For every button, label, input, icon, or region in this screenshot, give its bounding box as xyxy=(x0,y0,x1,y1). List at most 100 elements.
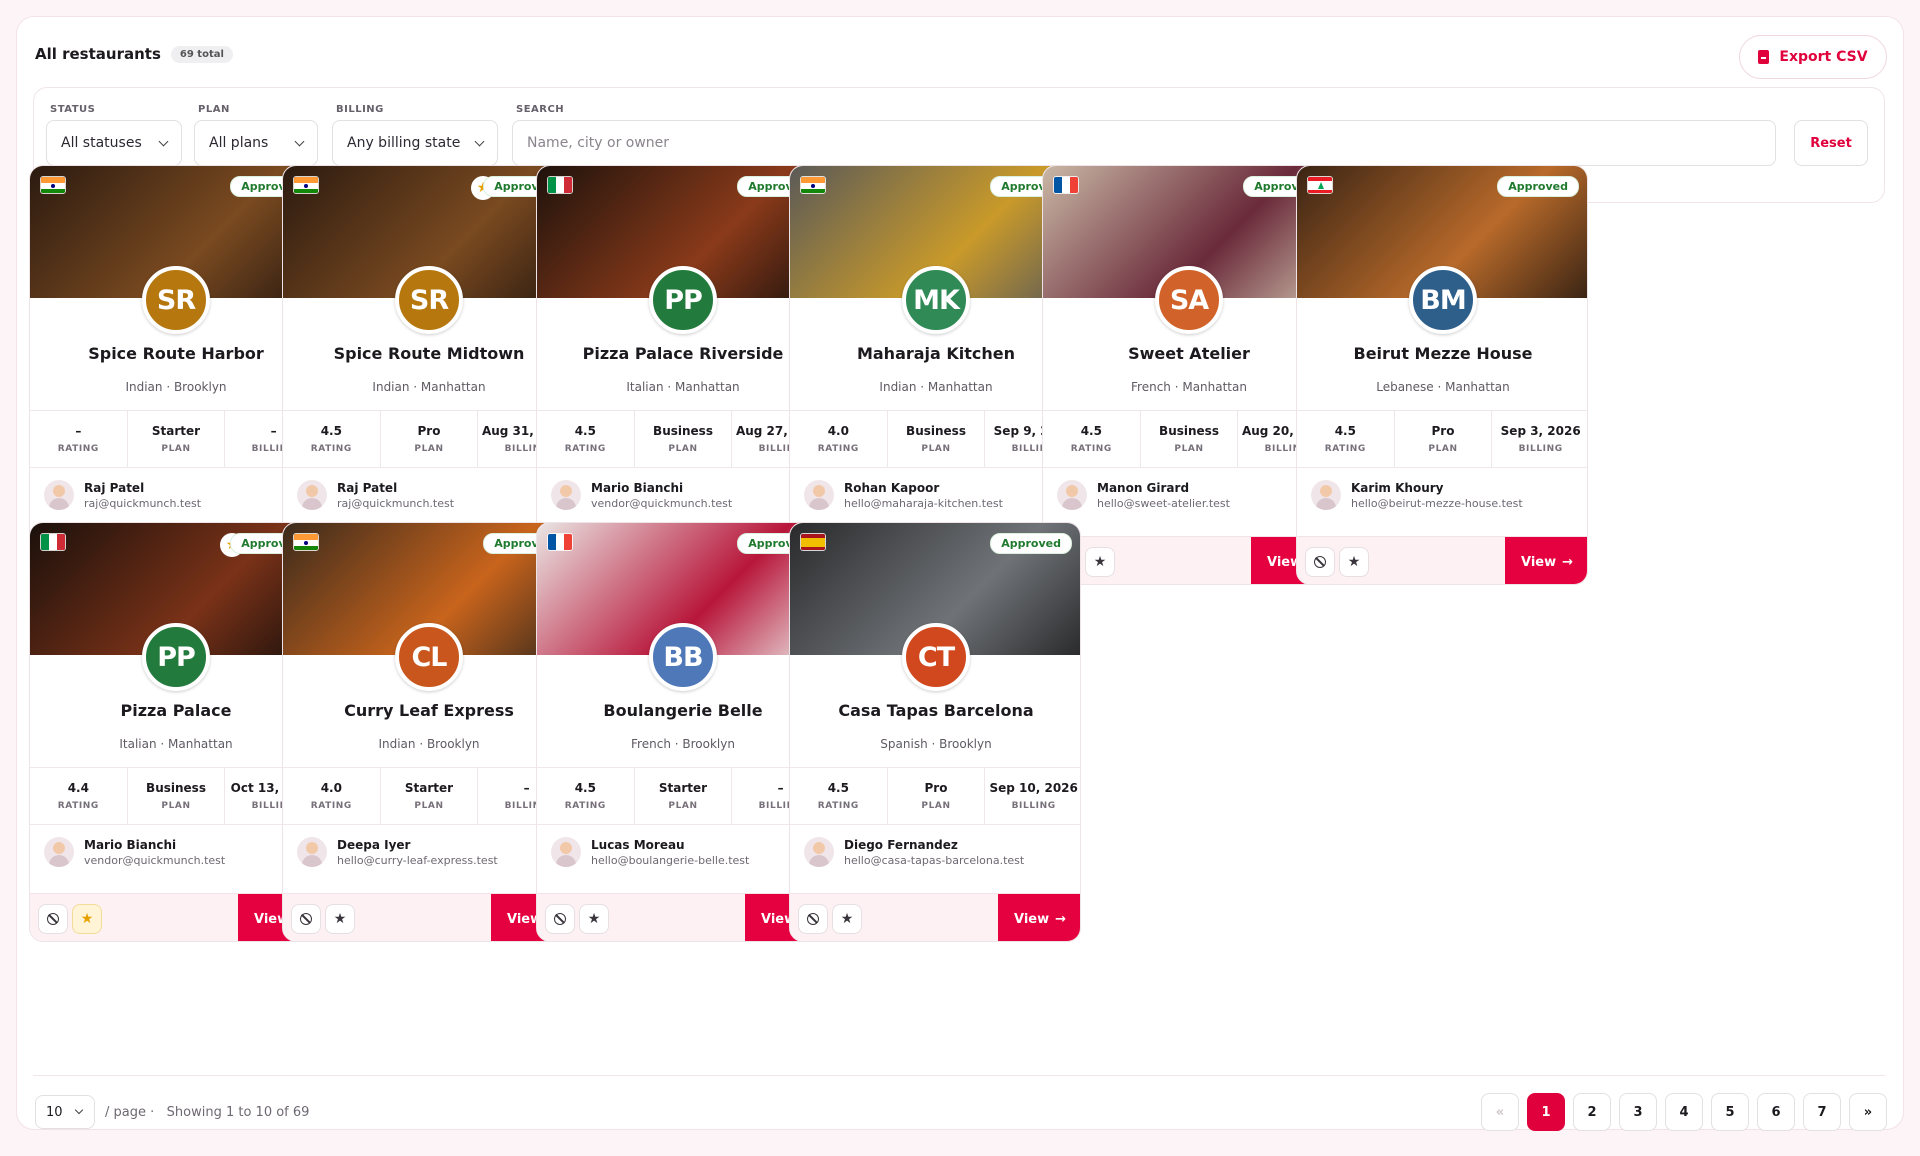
restaurant-card: Approved SA Sweet Atelier French · Manhatta… xyxy=(1042,165,1334,585)
page-button[interactable]: 7 xyxy=(1803,1093,1841,1131)
restaurant-name[interactable]: Beirut Mezze House xyxy=(1297,344,1587,363)
ban-icon xyxy=(554,913,566,925)
page-title: All restaurants xyxy=(35,45,161,63)
owner-name: Rohan Kapoor xyxy=(844,480,940,495)
restaurant-name[interactable]: Spice Route Harbor xyxy=(30,344,320,363)
star-icon: ★ xyxy=(1093,554,1107,570)
rating-stat: 4.5 RATING xyxy=(1043,411,1141,467)
page-button[interactable]: 6 xyxy=(1757,1093,1795,1131)
restaurant-avatar: SR xyxy=(142,266,210,334)
owner-name: Raj Patel xyxy=(84,480,145,495)
plan-label: PLAN xyxy=(161,444,191,454)
search-filter-group: SEARCH xyxy=(516,104,564,115)
export-csv-label: Export CSV xyxy=(1779,49,1868,65)
showing-text: Showing 1 to 10 of 69 xyxy=(166,1105,310,1120)
restaurant-name[interactable]: Pizza Palace xyxy=(30,701,320,720)
restaurant-name[interactable]: Sweet Atelier xyxy=(1043,344,1333,363)
country-flag-icon xyxy=(800,533,826,551)
ban-icon xyxy=(807,913,819,925)
owner-email: hello@maharaja-kitchen.test xyxy=(844,496,1003,510)
page-button[interactable]: 4 xyxy=(1665,1093,1703,1131)
owner-info: Mario Bianchi vendor@quickmunch.test xyxy=(44,837,225,867)
restaurant-name[interactable]: Spice Route Midtown xyxy=(283,344,573,363)
reset-button[interactable]: Reset xyxy=(1794,120,1868,166)
rating-stat: 4.5 RATING xyxy=(790,768,888,824)
feature-button[interactable]: ★ xyxy=(832,904,862,934)
plan-value: Starter xyxy=(151,424,201,438)
restaurant-name[interactable]: Casa Tapas Barcelona xyxy=(790,701,1080,720)
cuisine-city: Indian · Manhattan xyxy=(879,380,993,394)
plan-value: Business xyxy=(146,781,206,795)
page-button[interactable]: 1 xyxy=(1527,1093,1565,1131)
ban-icon xyxy=(47,913,59,925)
plan-stat: Starter PLAN xyxy=(381,768,479,824)
restaurant-card: Approved CL Curry Leaf Express Indian · Bro… xyxy=(282,522,574,942)
feature-button[interactable]: ★ xyxy=(579,904,609,934)
restaurant-name[interactable]: Maharaja Kitchen xyxy=(790,344,1080,363)
billing-select[interactable]: Any billing state xyxy=(332,120,498,166)
plan-value: Business xyxy=(906,424,966,438)
suspend-button[interactable] xyxy=(1305,547,1335,577)
restaurant-card: Approved CT Casa Tapas Barcelona Spanish · … xyxy=(789,522,1081,942)
plan-select[interactable]: All plans xyxy=(194,120,318,166)
billing-stat: Sep 10, 2026 BILLING xyxy=(985,768,1080,824)
chevron-down-icon xyxy=(158,136,169,146)
rating-label: RATING xyxy=(310,801,352,811)
rating-value: 4.5 xyxy=(320,424,342,438)
stats-row: 4.5 RATING Pro PLAN Aug 31, 2026 BILLING xyxy=(283,410,573,468)
owner-email: hello@curry-leaf-express.test xyxy=(337,853,498,867)
rating-label: RATING xyxy=(57,444,99,454)
stats-row: 4.5 RATING Pro PLAN Sep 3, 2026 BILLING xyxy=(1297,410,1587,468)
feature-button[interactable]: ★ xyxy=(325,904,355,934)
next-page-button[interactable]: » xyxy=(1849,1093,1887,1131)
owner-email: hello@boulangerie-belle.test xyxy=(591,853,750,867)
owner-info: Lucas Moreau hello@boulangerie-belle.test xyxy=(551,837,749,867)
owner-avatar xyxy=(551,480,581,510)
suspend-button[interactable] xyxy=(798,904,828,934)
feature-button[interactable]: ★ xyxy=(72,904,102,934)
country-flag-icon xyxy=(1307,176,1333,194)
owner-name: Manon Girard xyxy=(1097,480,1190,495)
plan-value: Pro xyxy=(417,424,441,438)
restaurant-name[interactable]: Pizza Palace Riverside xyxy=(537,344,827,363)
export-csv-button[interactable]: Export CSV xyxy=(1739,35,1887,79)
owner-avatar xyxy=(297,837,327,867)
file-icon xyxy=(1758,50,1770,64)
rating-value: 4.5 xyxy=(827,781,849,795)
plan-value: Starter xyxy=(404,781,454,795)
search-input[interactable]: Name, city or owner xyxy=(512,120,1776,166)
suspend-button[interactable] xyxy=(545,904,575,934)
country-flag-icon xyxy=(40,176,66,194)
billing-value: – xyxy=(777,781,784,795)
page-button[interactable]: 5 xyxy=(1711,1093,1749,1131)
cuisine-city: Indian · Brooklyn xyxy=(378,737,480,751)
owner-info: Deepa Iyer hello@curry-leaf-express.test xyxy=(297,837,498,867)
per-page-select[interactable]: 10 xyxy=(35,1095,95,1129)
billing-select-value: Any billing state xyxy=(347,135,461,151)
pagination-info: / page · Showing 1 to 10 of 69 xyxy=(105,1105,309,1120)
total-count-badge: 69 total xyxy=(170,45,233,63)
card-actions: ★ View → xyxy=(790,893,1080,941)
rating-value: 4.0 xyxy=(827,424,849,438)
page-button[interactable]: 3 xyxy=(1619,1093,1657,1131)
view-button[interactable]: View → xyxy=(998,894,1080,941)
suspend-button[interactable] xyxy=(38,904,68,934)
feature-button[interactable]: ★ xyxy=(1085,547,1115,577)
owner-email: raj@quickmunch.test xyxy=(84,496,202,510)
restaurant-name[interactable]: Curry Leaf Express xyxy=(283,701,573,720)
plan-label: PLAN xyxy=(161,801,191,811)
owner-avatar xyxy=(44,837,74,867)
panel-header: All restaurants 69 total xyxy=(35,45,233,63)
feature-button[interactable]: ★ xyxy=(1339,547,1369,577)
prev-page-button[interactable]: « xyxy=(1481,1093,1519,1131)
rating-stat: 4.4 RATING xyxy=(30,768,128,824)
restaurant-name[interactable]: Boulangerie Belle xyxy=(537,701,827,720)
page-button[interactable]: 2 xyxy=(1573,1093,1611,1131)
status-select[interactable]: All statuses xyxy=(46,120,182,166)
rating-value: 4.5 xyxy=(1080,424,1102,438)
plan-value: Business xyxy=(1159,424,1219,438)
stats-row: 4.5 RATING Pro PLAN Sep 10, 2026 BILLING xyxy=(790,767,1080,825)
country-flag-icon xyxy=(1053,176,1079,194)
suspend-button[interactable] xyxy=(291,904,321,934)
view-button[interactable]: View → xyxy=(1505,537,1587,584)
